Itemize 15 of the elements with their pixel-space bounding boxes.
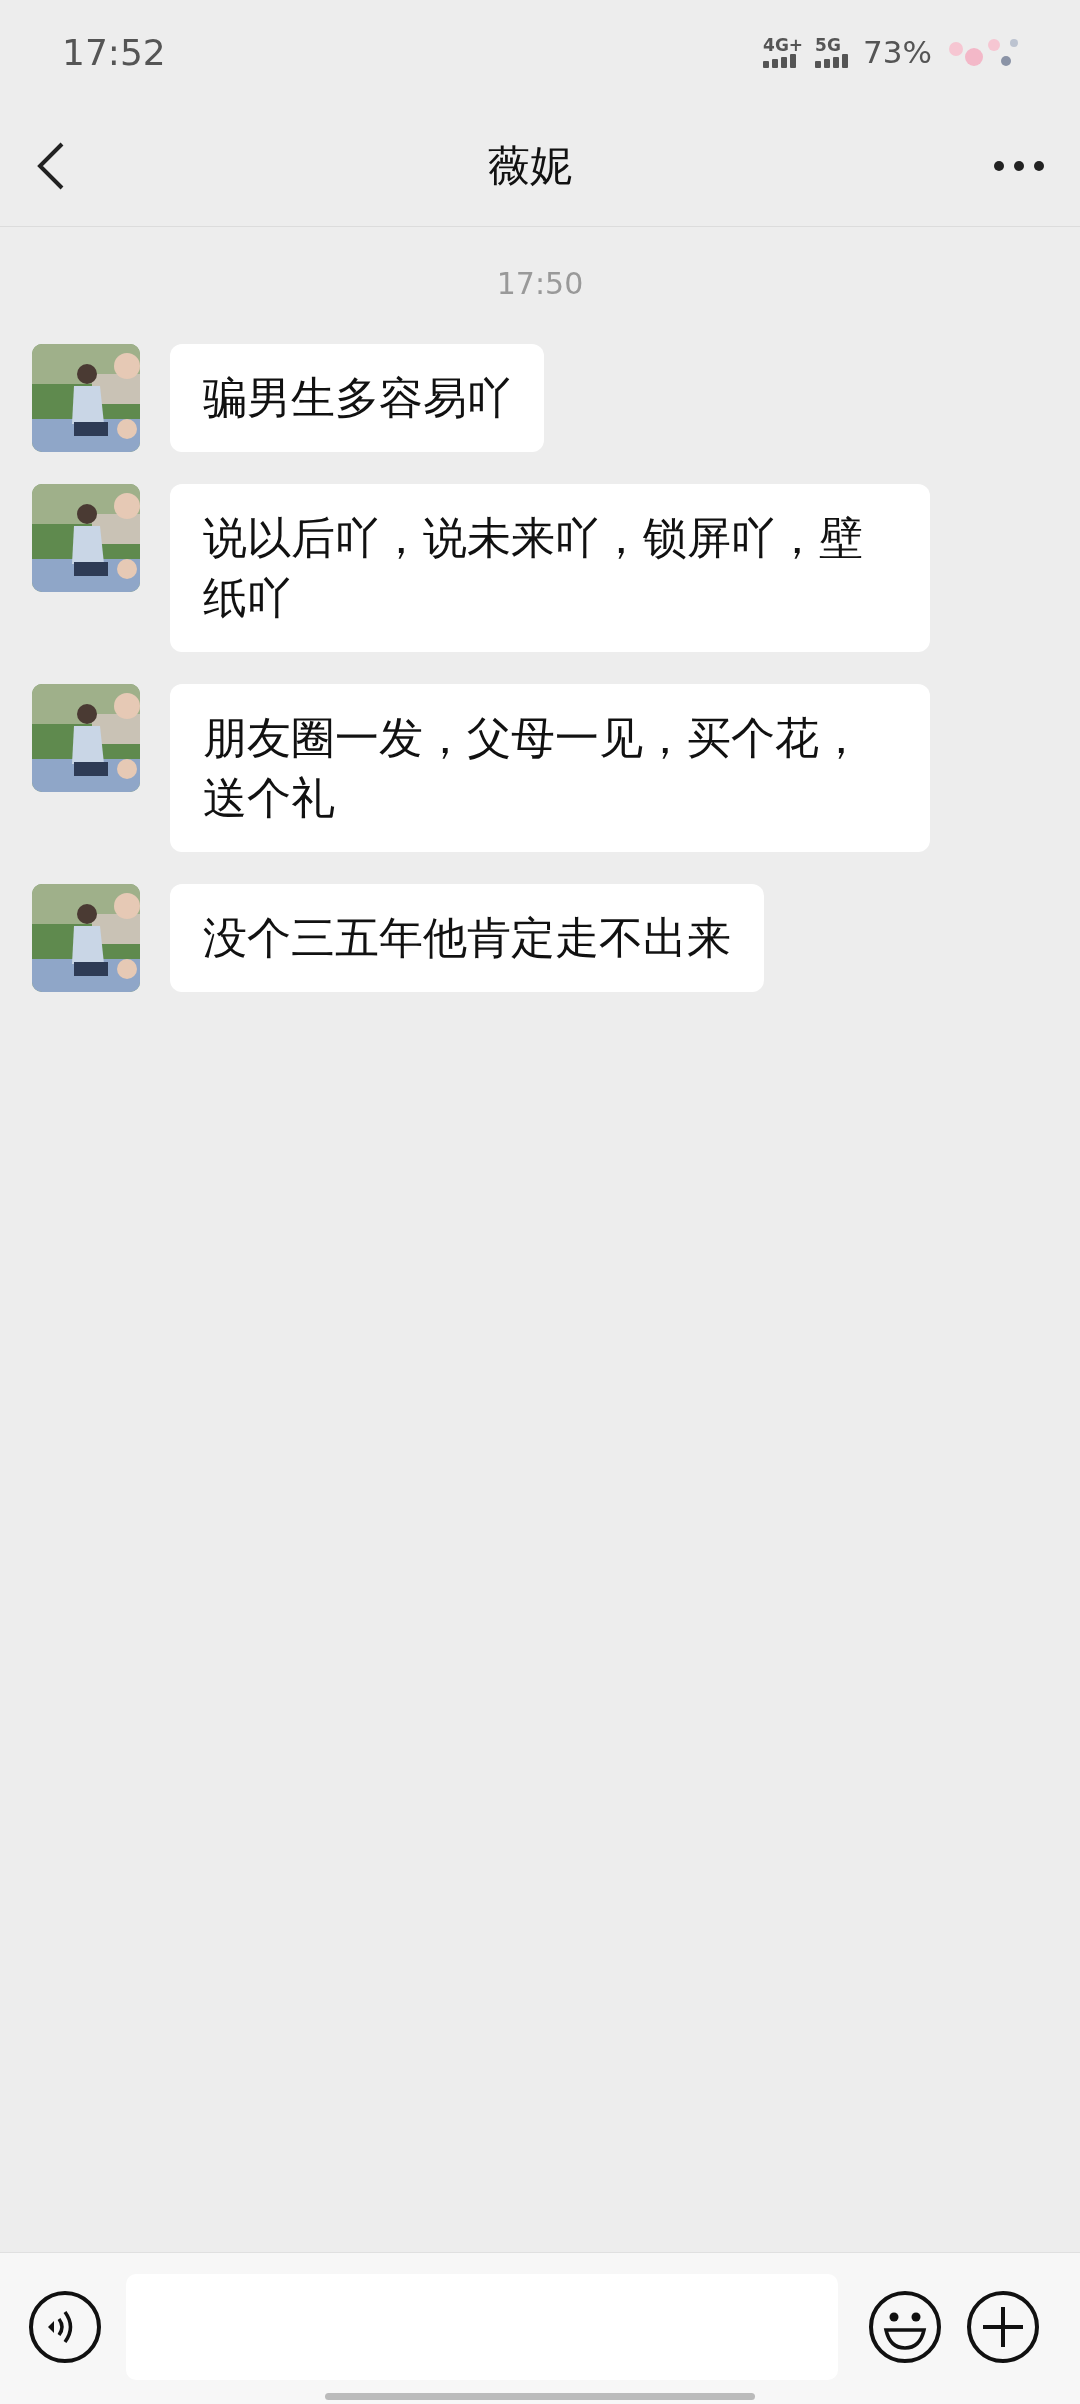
battery-percent: 73% (863, 33, 932, 73)
back-icon[interactable] (36, 141, 66, 190)
voice-icon[interactable] (28, 2290, 102, 2364)
more-icon[interactable] (994, 160, 1044, 171)
message-time: 17:50 (496, 265, 584, 303)
emoji-icon[interactable] (868, 2290, 942, 2364)
chat-title: 薇妮 (488, 140, 572, 192)
message-bubble: 朋友圈一发，父母一见，买个花，送个礼 (170, 684, 930, 852)
network-label: 5G (815, 37, 841, 54)
status-time: 17:52 (62, 30, 166, 75)
message-bubble: 没个三五年他肯定走不出来 (170, 884, 764, 992)
network-label: 4G+ (763, 37, 804, 54)
message-bubble: 骗男生多容易吖 (170, 344, 544, 452)
message-bubble: 说以后吖，说未来吖，锁屏吖，壁纸吖 (170, 484, 930, 652)
plus-icon[interactable] (966, 2290, 1040, 2364)
